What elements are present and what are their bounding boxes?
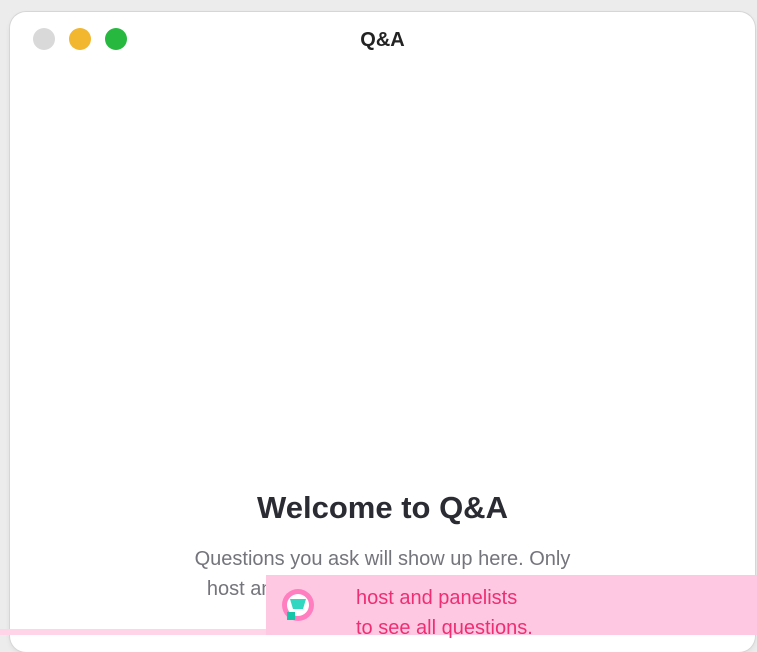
overlay-text-line2: to see all questions. bbox=[356, 617, 533, 639]
title-bar: Q&A bbox=[10, 12, 755, 66]
overlay-banner: host and panelists to see all questions. bbox=[266, 575, 757, 639]
empty-state-heading: Welcome to Q&A bbox=[257, 490, 508, 525]
qa-window: Q&A Welcome to Q&A Questions you ask wil… bbox=[10, 12, 755, 652]
overlay-text-line1: host and panelists bbox=[356, 587, 518, 609]
window-title: Q&A bbox=[360, 29, 405, 51]
badge-icon bbox=[282, 589, 314, 621]
